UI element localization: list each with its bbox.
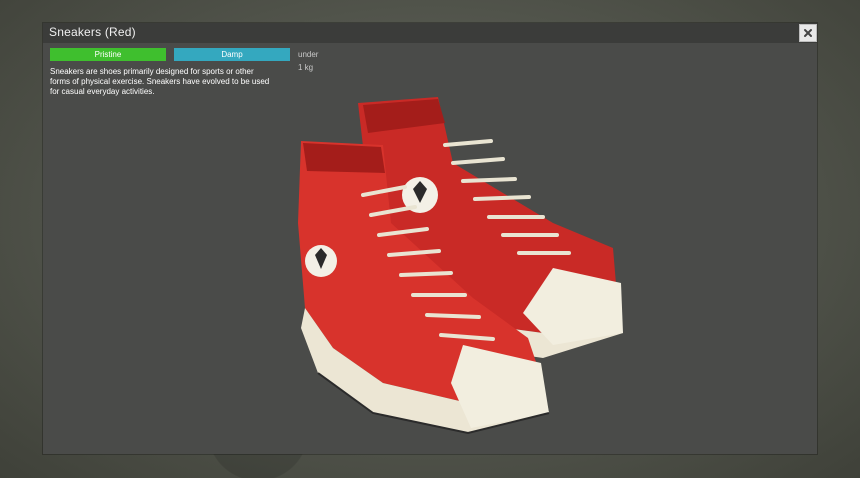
window-titlebar: Sneakers (Red) (43, 23, 817, 43)
item-title: Sneakers (Red) (49, 25, 136, 39)
sneakers-3d-preview[interactable] (223, 83, 663, 443)
condition-badge: Pristine (50, 48, 166, 61)
close-icon (804, 29, 812, 37)
close-button[interactable] (799, 24, 817, 42)
item-inspect-window: Sneakers (Red) Pristine Damp under 1 kg … (43, 23, 817, 454)
item-weight: under 1 kg (298, 50, 319, 72)
wetness-badge: Damp (174, 48, 290, 61)
